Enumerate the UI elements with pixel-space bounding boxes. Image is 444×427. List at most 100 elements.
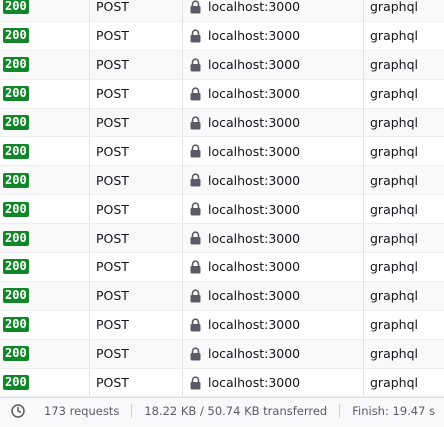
lock-icon xyxy=(189,318,202,332)
lock-icon xyxy=(189,260,202,274)
lock-icon xyxy=(189,0,202,14)
file-cell: graphql xyxy=(370,201,418,217)
lock-icon xyxy=(189,29,202,43)
table-row[interactable]: 200 POST localhost:3000 graphql xyxy=(0,50,444,80)
lock-icon xyxy=(189,173,202,187)
lock-icon xyxy=(189,58,202,72)
lock-icon xyxy=(189,87,202,101)
method-cell: POST xyxy=(90,339,183,368)
domain-text: localhost:3000 xyxy=(208,288,301,304)
lock-icon xyxy=(189,375,202,390)
table-row[interactable]: 200 POST localhost:3000 graphql xyxy=(0,79,444,109)
domain-text: localhost:3000 xyxy=(208,375,301,391)
status-badge: 200 xyxy=(3,317,29,333)
status-cell: 200 xyxy=(0,310,90,339)
status-cell: 200 xyxy=(0,108,90,137)
domain-cell: localhost:3000 xyxy=(183,368,364,397)
method-cell: POST xyxy=(90,21,183,50)
domain-cell: localhost:3000 xyxy=(183,224,364,253)
domain-cell: localhost:3000 xyxy=(183,21,364,50)
domain-cell: localhost:3000 xyxy=(183,0,364,21)
domain-cell: localhost:3000 xyxy=(183,166,364,195)
status-badge: 200 xyxy=(3,115,29,130)
network-request-table: 200 POST localhost:3000 graphql 200 POST local… xyxy=(0,0,444,398)
domain-text: localhost:3000 xyxy=(208,230,301,246)
file-cell: graphql xyxy=(370,143,418,159)
table-row[interactable]: 200 POST localhost:3000 graphql xyxy=(0,108,444,138)
table-row[interactable]: 200 POST localhost:3000 graphql xyxy=(0,0,444,22)
domain-cell: localhost:3000 xyxy=(183,137,364,166)
status-cell: 200 xyxy=(0,281,90,310)
status-cell: 200 xyxy=(0,79,90,108)
file-cell: graphql xyxy=(370,259,418,275)
method-cell: POST xyxy=(90,108,183,137)
status-badge: 200 xyxy=(3,28,29,44)
status-badge: 200 xyxy=(3,172,29,188)
domain-text: localhost:3000 xyxy=(208,201,301,217)
method-cell: POST xyxy=(90,310,183,339)
method-cell: POST xyxy=(90,224,183,253)
file-cell: graphql xyxy=(370,86,418,102)
domain-cell: localhost:3000 xyxy=(183,195,364,224)
status-badge: 200 xyxy=(3,375,29,391)
method-cell: POST xyxy=(90,368,183,397)
table-row[interactable]: 200 POST localhost:3000 graphql xyxy=(0,339,444,369)
table-row[interactable]: 200 POST localhost:3000 graphql xyxy=(0,224,444,254)
table-row[interactable]: 200 POST localhost:3000 graphql xyxy=(0,281,444,311)
domain-text: localhost:3000 xyxy=(208,172,301,188)
table-row[interactable]: 200 POST localhost:3000 graphql xyxy=(0,137,444,167)
lock-icon xyxy=(189,231,202,245)
method-cell: POST xyxy=(90,79,183,108)
status-badge: 200 xyxy=(3,230,29,246)
finish-time: Finish: 19.47 s xyxy=(352,404,436,418)
domain-text: localhost:3000 xyxy=(208,86,301,102)
domain-cell: localhost:3000 xyxy=(183,50,364,79)
domain-text: localhost:3000 xyxy=(208,259,301,275)
domain-cell: localhost:3000 xyxy=(183,253,364,281)
table-row[interactable]: 200 POST localhost:3000 graphql xyxy=(0,253,444,282)
status-cell: 200 xyxy=(0,50,90,79)
status-cell: 200 xyxy=(0,195,90,224)
status-cell: 200 xyxy=(0,166,90,195)
status-cell: 200 xyxy=(0,224,90,253)
statusbar-divider xyxy=(339,404,341,418)
table-row[interactable]: 200 POST localhost:3000 graphql xyxy=(0,310,444,340)
table-row[interactable]: 200 POST localhost:3000 graphql xyxy=(0,368,444,398)
lock-icon xyxy=(189,202,202,216)
statusbar-divider xyxy=(131,404,133,418)
domain-text: localhost:3000 xyxy=(208,317,301,333)
transferred-size: 18.22 KB / 50.74 KB transferred xyxy=(144,404,328,418)
file-cell: graphql xyxy=(370,288,418,304)
domain-cell: localhost:3000 xyxy=(183,310,364,339)
domain-text: localhost:3000 xyxy=(208,346,301,362)
method-cell: POST xyxy=(90,50,183,79)
status-badge: 200 xyxy=(3,201,29,217)
table-row[interactable]: 200 POST localhost:3000 graphql xyxy=(0,166,444,196)
status-cell: 200 xyxy=(0,137,90,166)
method-cell: POST xyxy=(90,253,183,281)
table-row[interactable]: 200 POST localhost:3000 graphql xyxy=(0,195,444,225)
status-cell: 200 xyxy=(0,339,90,368)
status-badge: 200 xyxy=(3,86,29,102)
status-cell: 200 xyxy=(0,0,90,21)
method-cell: POST xyxy=(90,281,183,310)
clock-icon[interactable] xyxy=(10,403,26,419)
request-count: 173 requests xyxy=(44,404,120,418)
file-cell: graphql xyxy=(370,115,418,130)
domain-text: localhost:3000 xyxy=(208,143,301,159)
method-cell: POST xyxy=(90,0,183,21)
domain-cell: localhost:3000 xyxy=(183,79,364,108)
file-cell: graphql xyxy=(370,346,418,362)
file-cell: graphql xyxy=(370,28,418,44)
status-cell: 200 xyxy=(0,253,90,281)
status-badge: 200 xyxy=(3,288,29,304)
file-cell: graphql xyxy=(370,317,418,333)
table-row[interactable]: 200 POST localhost:3000 graphql xyxy=(0,21,444,51)
status-cell: 200 xyxy=(0,21,90,50)
file-cell: graphql xyxy=(370,375,418,391)
domain-cell: localhost:3000 xyxy=(183,339,364,368)
domain-cell: localhost:3000 xyxy=(183,281,364,310)
status-badge: 200 xyxy=(3,0,29,15)
status-badge: 200 xyxy=(3,143,29,159)
domain-text: localhost:3000 xyxy=(208,0,301,15)
